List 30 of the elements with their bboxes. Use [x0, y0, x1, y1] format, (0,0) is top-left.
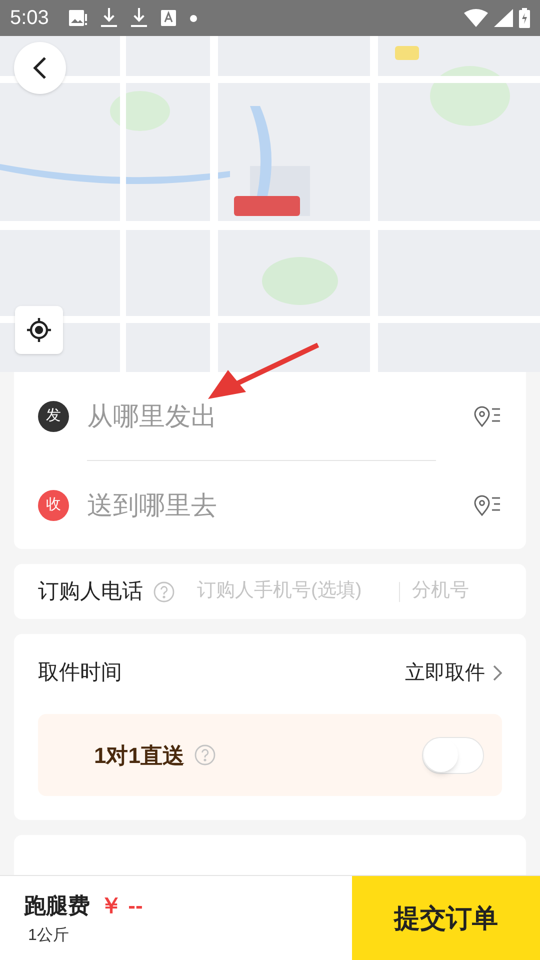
dot-icon: [190, 14, 197, 22]
address-badge: 发: [38, 400, 69, 432]
extension-field[interactable]: 分机号: [412, 577, 476, 606]
phone-field[interactable]: 订购人手机号(选填): [197, 577, 387, 606]
fee-label: 跑腿费: [24, 892, 90, 920]
phone-label: 订购人电话: [38, 578, 143, 605]
address-field[interactable]: 从哪里发出: [87, 396, 472, 436]
address-field[interactable]: 送到哪里去: [87, 486, 472, 524]
wifi-icon: [464, 9, 488, 27]
download-icon: [130, 8, 147, 28]
battery-icon: [519, 8, 530, 28]
location-list-icon[interactable]: [472, 404, 502, 428]
back-icon: [33, 56, 47, 80]
status-time: 5:03: [10, 6, 49, 31]
direct-delivery-label: 1对1直送: [94, 742, 184, 770]
chevron-right-icon: [493, 665, 502, 681]
direct-delivery-toggle[interactable]: [422, 736, 484, 774]
location-list-icon[interactable]: [472, 493, 502, 517]
address-badge: 收: [38, 490, 69, 520]
weight-text: 1公斤: [28, 926, 70, 946]
font-icon: [160, 10, 176, 26]
submit-order-button[interactable]: 提交订单: [352, 876, 540, 960]
image-icon: [68, 10, 87, 26]
locate-button[interactable]: [15, 306, 63, 354]
pickup-time-label: 取件时间: [38, 660, 122, 686]
locate-icon: [26, 317, 52, 343]
download-icon: [100, 8, 117, 28]
signal-icon: [494, 9, 513, 27]
fee-price: ￥ --: [100, 892, 143, 920]
pickup-time-selector[interactable]: 立即取件: [405, 658, 502, 688]
